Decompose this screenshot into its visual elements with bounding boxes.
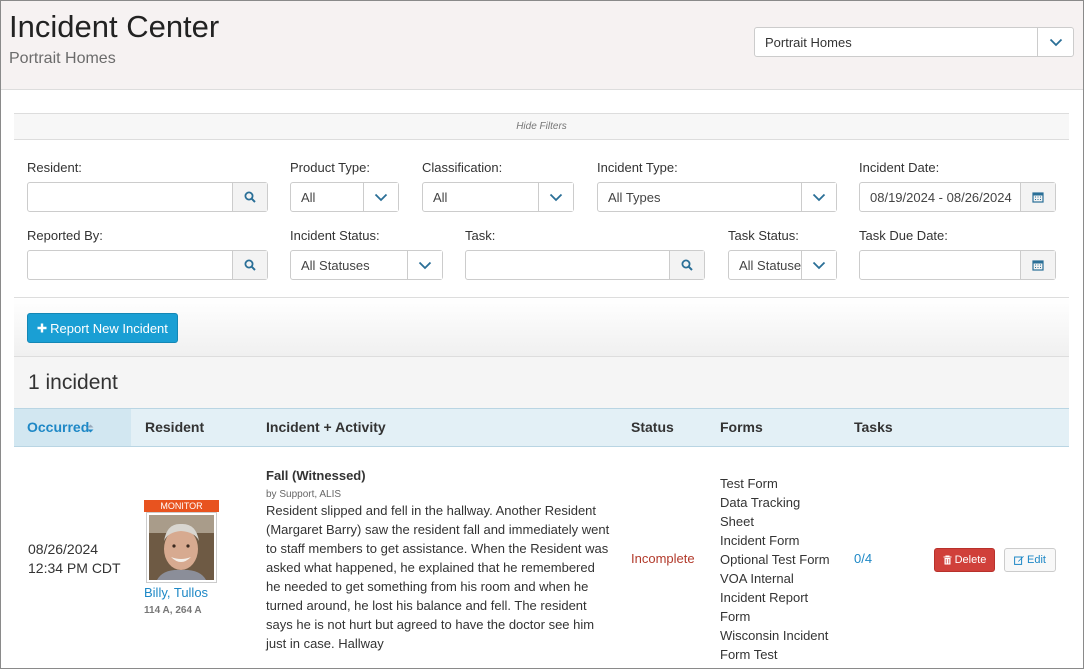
delete-label: Delete — [954, 554, 987, 566]
chevron-down-icon — [812, 193, 826, 201]
results-count: 1 incident — [28, 371, 118, 394]
occurred-cell: 08/26/2024 12:34 PM CDT — [28, 540, 121, 578]
product-type-toggle[interactable] — [363, 183, 398, 211]
resident-photo-card[interactable]: MONITOR — [144, 500, 219, 584]
chevron-down-icon — [374, 193, 388, 201]
classification-label: Classification: — [422, 160, 503, 175]
results-count-bar: 1 incident — [14, 357, 1069, 409]
page-subtitle: Portrait Homes — [9, 50, 116, 67]
incident-date-calendar-button[interactable] — [1020, 183, 1055, 211]
resident-portrait — [149, 515, 214, 580]
task-search-button[interactable] — [669, 251, 704, 279]
calendar-icon — [1032, 260, 1044, 271]
form-item[interactable]: Incident Form — [720, 531, 835, 550]
community-select[interactable]: Portrait Homes — [754, 27, 1074, 57]
chevron-down-icon — [418, 261, 432, 269]
incident-description: Resident slipped and fell in the hallway… — [266, 503, 610, 651]
page-title: Incident Center — [9, 9, 220, 44]
resident-search-button[interactable] — [232, 183, 267, 211]
product-type-select[interactable]: All — [290, 182, 399, 212]
classification-toggle[interactable] — [538, 183, 573, 211]
report-new-incident-button[interactable]: Report New Incident — [27, 313, 178, 343]
incident-status-select[interactable]: All Statuses — [290, 250, 443, 280]
form-item[interactable]: VOA Internal — [720, 569, 835, 588]
column-header-forms: Forms — [720, 419, 763, 435]
chevron-down-icon — [812, 261, 826, 269]
incident-center-page: Incident Center Portrait Homes Portrait … — [0, 0, 1084, 669]
plus-icon — [37, 323, 47, 333]
reported-by-search-input[interactable] — [27, 250, 268, 280]
report-new-incident-label: Report New Incident — [50, 320, 168, 336]
task-due-date-label: Task Due Date: — [859, 228, 948, 243]
incident-status-label: Incident Status: — [290, 228, 380, 243]
tasks-link[interactable]: 0/4 — [854, 551, 872, 566]
column-header-status: Status — [631, 419, 674, 435]
monitor-badge: MONITOR — [144, 500, 219, 512]
form-item[interactable]: Optional Test Form — [720, 550, 835, 569]
resident-filter-label: Resident: — [27, 160, 82, 175]
column-header-occurred-label: Occurred — [27, 419, 90, 435]
table-row: 08/26/2024 12:34 PM CDT MONITOR Billy, T… — [14, 447, 1069, 668]
incident-type-toggle[interactable] — [801, 183, 836, 211]
form-item[interactable]: Test Form — [720, 474, 835, 493]
search-icon — [681, 259, 693, 271]
task-status-toggle[interactable] — [801, 251, 836, 279]
chevron-down-icon — [549, 193, 563, 201]
sort-icon — [87, 424, 94, 433]
occurred-time: 12:34 PM CDT — [28, 560, 121, 576]
edit-button[interactable]: Edit — [1004, 548, 1056, 572]
reported-by-label: Reported By: — [27, 228, 103, 243]
incident-reporter: by Support, ALIS — [266, 489, 342, 500]
incident-title: Fall (Witnessed) — [266, 468, 366, 483]
action-bar: Report New Incident — [14, 298, 1069, 357]
search-icon — [244, 191, 256, 203]
resident-name-link[interactable]: Billy, Tullos — [144, 585, 208, 600]
status-badge: Incomplete — [631, 551, 695, 566]
page-header: Incident Center Portrait Homes Portrait … — [1, 1, 1083, 90]
edit-label: Edit — [1027, 554, 1046, 566]
delete-button[interactable]: Delete — [934, 548, 995, 572]
column-header-incident-activity: Incident + Activity — [266, 419, 386, 435]
task-search-input[interactable] — [465, 250, 705, 280]
column-header-tasks: Tasks — [854, 419, 893, 435]
incident-type-select[interactable]: All Types — [597, 182, 837, 212]
task-due-date-input[interactable] — [859, 250, 1056, 280]
form-item[interactable]: Data Tracking Sheet — [720, 493, 835, 531]
community-select-value: Portrait Homes — [765, 35, 852, 50]
product-type-label: Product Type: — [290, 160, 370, 175]
resident-room: 114 A, 264 A — [144, 605, 202, 616]
column-header-occurred[interactable]: Occurred — [14, 409, 131, 446]
edit-icon — [1014, 556, 1024, 565]
filter-panel: Hide Filters Resident: Product Type: Cla… — [14, 113, 1069, 298]
form-item[interactable]: Incident Report Form — [720, 588, 835, 626]
trash-icon — [943, 555, 952, 565]
reported-by-search-button[interactable] — [232, 251, 267, 279]
classification-select[interactable]: All — [422, 182, 574, 212]
task-filter-label: Task: — [465, 228, 496, 243]
incident-status-toggle[interactable] — [407, 251, 442, 279]
incident-date-label: Incident Date: — [859, 160, 940, 175]
search-icon — [244, 259, 256, 271]
community-select-toggle[interactable] — [1037, 28, 1073, 56]
occurred-date: 08/26/2024 — [28, 541, 99, 557]
form-item[interactable]: Wisconsin Incident Form Test — [720, 626, 835, 664]
task-due-date-calendar-button[interactable] — [1020, 251, 1055, 279]
task-status-label: Task Status: — [728, 228, 799, 243]
incident-date-input[interactable]: 08/19/2024 - 08/26/2024 — [859, 182, 1056, 212]
forms-list: Test Form Data Tracking Sheet Incident F… — [720, 474, 835, 664]
chevron-down-icon — [1049, 38, 1062, 46]
incident-type-label: Incident Type: — [597, 160, 678, 175]
resident-search-input[interactable] — [27, 182, 268, 212]
table-header: Occurred Resident Incident + Activity St… — [14, 408, 1069, 447]
avatar[interactable] — [146, 512, 217, 583]
task-status-select[interactable]: All Statuses — [728, 250, 837, 280]
hide-filters-toggle[interactable]: Hide Filters — [14, 114, 1069, 140]
calendar-icon — [1032, 192, 1044, 203]
column-header-resident: Resident — [145, 419, 205, 435]
